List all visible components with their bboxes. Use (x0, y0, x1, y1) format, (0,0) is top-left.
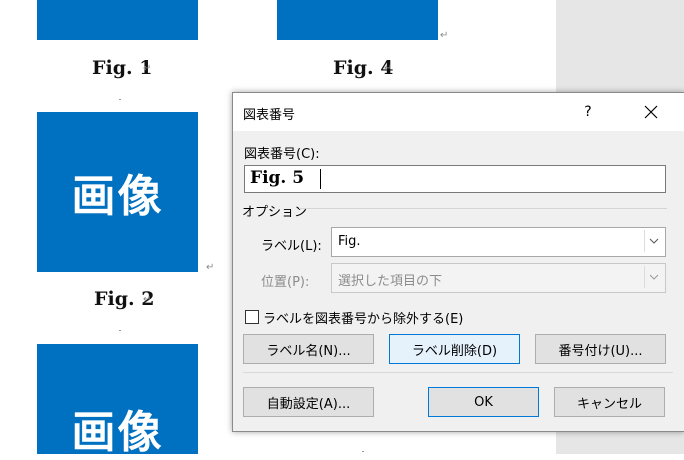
image-block-top-left[interactable] (37, 0, 198, 40)
image-block-top-right[interactable] (277, 0, 438, 40)
image-label: 画像 (71, 171, 164, 222)
paragraph-mark: ↵ (440, 30, 449, 41)
numbering-button-label: 番号付け(U)... (558, 343, 643, 359)
new-label-button-label: ラベル名(N)... (266, 343, 351, 359)
exclude-label-text[interactable]: ラベルを図表番号から除外する(E) (263, 308, 463, 327)
chevron-down-icon (649, 274, 659, 280)
close-button[interactable] (629, 97, 673, 127)
empty-paragraph-dot (119, 99, 121, 100)
paragraph-mark: ↵ (206, 262, 215, 273)
new-label-button[interactable]: ラベル名(N)... (243, 334, 374, 364)
position-select: 選択した項目の下 (331, 263, 666, 293)
empty-paragraph-dot (119, 330, 121, 331)
exclude-label-checkbox[interactable] (245, 310, 259, 324)
paragraph-mark: ↵ (143, 294, 152, 305)
close-icon (644, 105, 658, 119)
text-caret (320, 169, 321, 189)
options-group-label: オプション (242, 205, 308, 220)
empty-paragraph-dot (362, 451, 364, 452)
label-select[interactable]: Fig. (331, 227, 666, 257)
image-block-bottom[interactable]: 画像 (37, 344, 198, 458)
position-field-label: 位置(P): (261, 275, 310, 290)
paragraph-mark: ↵ (384, 63, 393, 74)
position-select-value: 選択した項目の下 (338, 274, 443, 289)
autocaption-button-label: 自動設定(A)... (266, 396, 351, 412)
image-label: 画像 (71, 407, 164, 458)
cancel-button-label: キャンセル (576, 396, 642, 412)
cancel-button[interactable]: キャンセル (554, 387, 665, 417)
autocaption-button[interactable]: 自動設定(A)... (243, 387, 374, 417)
caption-dialog: 図表番号 ? 図表番号(C): Fig. 5 オプション ラベル(L): Fig… (232, 92, 684, 432)
chevron-down-icon (649, 238, 659, 244)
paragraph-mark: ↵ (143, 63, 152, 74)
dialog-titlebar[interactable]: 図表番号 ? (233, 93, 684, 131)
numbering-button[interactable]: 番号付け(U)... (535, 334, 666, 364)
label-select-value: Fig. (338, 234, 361, 249)
caption-input-value: Fig. 5 (250, 168, 305, 188)
help-button[interactable]: ? (573, 101, 603, 123)
label-field-label: ラベル(L): (261, 239, 322, 254)
delete-label-button[interactable]: ラベル削除(D) (389, 334, 520, 364)
dialog-title: 図表番号 (243, 108, 296, 123)
ok-button-label: OK (474, 394, 493, 410)
options-group-divider (299, 208, 667, 209)
position-select-dropdown (644, 266, 663, 288)
image-block-middle[interactable]: 画像 (37, 112, 198, 272)
caption-input[interactable]: Fig. 5 (244, 165, 666, 193)
delete-label-button-label: ラベル削除(D) (411, 343, 498, 359)
button-row-divider (243, 372, 673, 373)
ok-button[interactable]: OK (428, 387, 539, 417)
caption-field-label: 図表番号(C): (244, 147, 320, 162)
label-select-dropdown[interactable] (644, 230, 663, 252)
